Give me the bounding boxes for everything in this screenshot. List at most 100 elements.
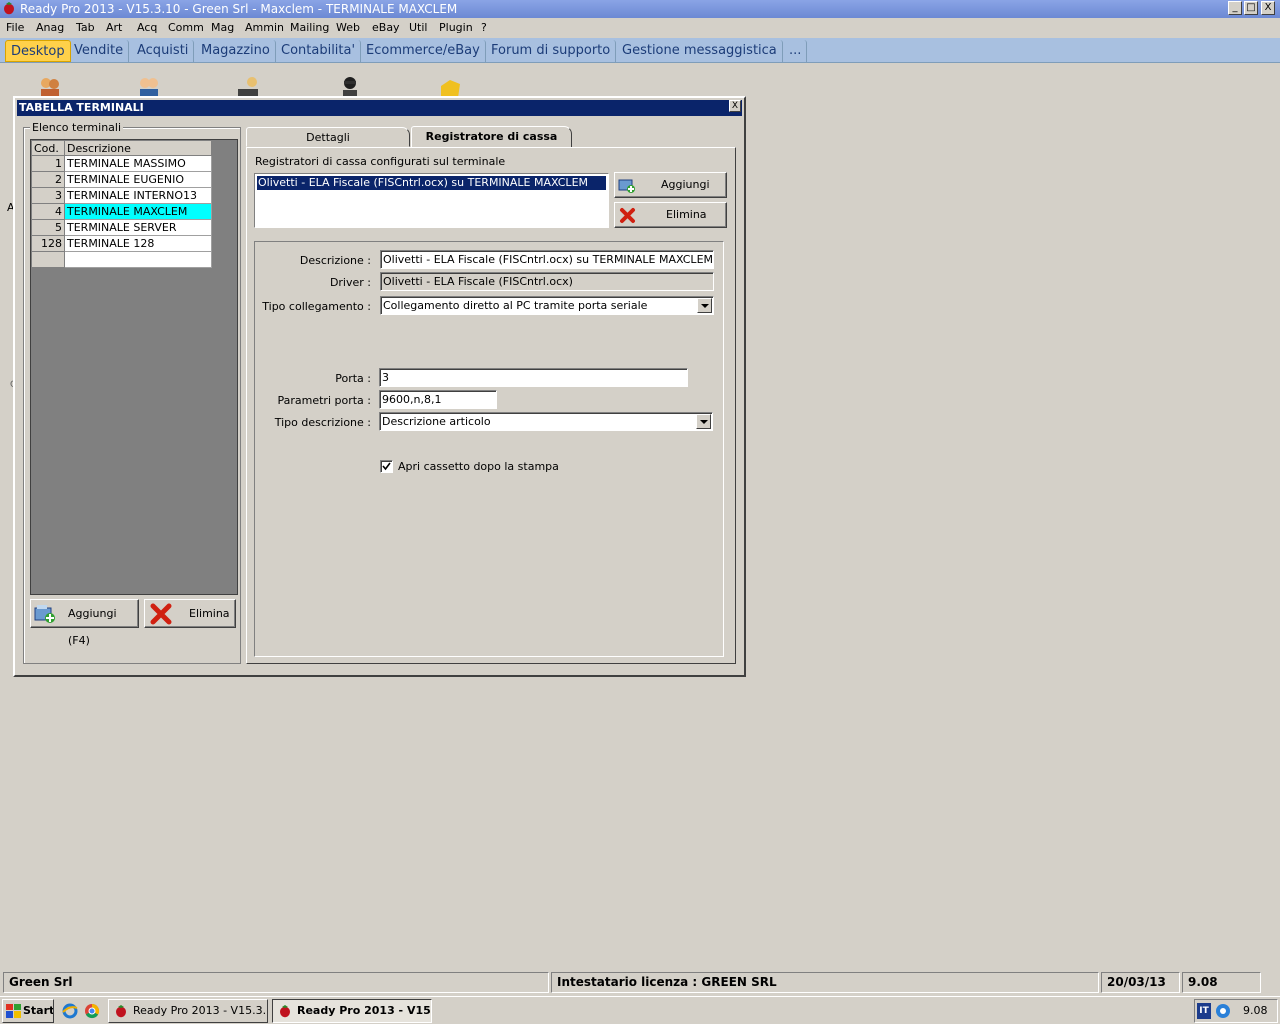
chevron-down-icon[interactable] bbox=[697, 298, 712, 313]
register-detail-panel: Descrizione : Olivetti - ELA Fiscale (FI… bbox=[254, 241, 724, 657]
taskbar: Start Ready Pro 2013 - V15.3.... Ready P… bbox=[0, 996, 1280, 1024]
column-descrizione[interactable]: Descrizione bbox=[64, 140, 212, 156]
network-icon[interactable] bbox=[1215, 1003, 1231, 1019]
add-terminal-button[interactable]: Aggiungi (F4) bbox=[30, 599, 139, 647]
cell-cod: 5 bbox=[31, 219, 65, 236]
menu-help[interactable]: ? bbox=[481, 20, 487, 36]
tipo-collegamento-select[interactable]: Collegamento diretto al PC tramite porta… bbox=[380, 296, 714, 315]
menu-ebay[interactable]: eBay bbox=[372, 20, 400, 36]
tab-gestione-messaggistica[interactable]: Gestione messaggistica bbox=[617, 40, 783, 62]
internet-explorer-icon[interactable] bbox=[62, 1003, 78, 1019]
porta-field[interactable]: 3 bbox=[379, 368, 688, 387]
table-row[interactable]: 5 TERMINALE SERVER bbox=[31, 219, 212, 236]
table-row[interactable]: 3 TERMINALE INTERNO13 bbox=[31, 187, 212, 204]
table-row[interactable]: 2 TERMINALE EUGENIO bbox=[31, 171, 212, 188]
registers-list[interactable]: Olivetti - ELA Fiscale (FISCntrl.ocx) su… bbox=[254, 173, 609, 228]
menu-mag[interactable]: Mag bbox=[211, 20, 234, 36]
main-tab-strip: Desktop Vendite Acquisti Magazzino Conta… bbox=[0, 38, 1280, 63]
menu-tab[interactable]: Tab bbox=[76, 20, 95, 36]
add-register-button[interactable]: Aggiungi bbox=[614, 172, 727, 198]
minimize-button[interactable]: _ bbox=[1228, 1, 1242, 15]
apri-cassetto-checkbox[interactable] bbox=[380, 460, 393, 473]
cell-descrizione bbox=[64, 251, 212, 268]
add-register-icon bbox=[34, 605, 55, 623]
column-cod[interactable]: Cod. bbox=[31, 140, 65, 156]
close-button[interactable]: X bbox=[1261, 1, 1275, 15]
menu-util[interactable]: Util bbox=[409, 20, 427, 36]
parametri-porta-field[interactable]: 9600,n,8,1 bbox=[379, 390, 497, 409]
tab-vendite[interactable]: Vendite bbox=[69, 40, 130, 62]
customers-icon[interactable] bbox=[38, 76, 62, 98]
users-icon[interactable] bbox=[137, 76, 161, 98]
chevron-down-icon[interactable] bbox=[696, 414, 711, 429]
operator-icon[interactable] bbox=[338, 76, 362, 98]
menu-comm[interactable]: Comm bbox=[168, 20, 204, 36]
agents-icon[interactable] bbox=[236, 76, 260, 98]
delete-register-button[interactable]: Elimina bbox=[614, 202, 727, 228]
table-row[interactable]: 128 TERMINALE 128 bbox=[31, 235, 212, 252]
delete-register-label: Elimina bbox=[666, 208, 707, 221]
list-item[interactable]: Olivetti - ELA Fiscale (FISCntrl.ocx) su… bbox=[257, 176, 606, 190]
taskbar-item-readypro-2[interactable]: Ready Pro 2013 - V15.... bbox=[272, 999, 432, 1023]
tipo-descrizione-select[interactable]: Descrizione articolo bbox=[379, 412, 713, 431]
maximize-button[interactable]: □ bbox=[1244, 1, 1258, 15]
taskbar-item-label: Ready Pro 2013 - V15.... bbox=[297, 1004, 431, 1017]
tipo-descrizione-value: Descrizione articolo bbox=[382, 415, 491, 428]
cell-cod bbox=[31, 251, 65, 268]
folder-icon[interactable] bbox=[438, 76, 462, 98]
menu-mailing[interactable]: Mailing bbox=[290, 20, 329, 36]
terminals-grid[interactable]: Cod. Descrizione 1 TERMINALE MASSIMO 2 T… bbox=[30, 139, 238, 595]
taskbar-item-readypro-1[interactable]: Ready Pro 2013 - V15.3.... bbox=[108, 999, 268, 1023]
language-indicator[interactable]: IT bbox=[1197, 1003, 1211, 1019]
tab-ecommerce-ebay[interactable]: Ecommerce/eBay bbox=[361, 40, 486, 62]
chrome-icon[interactable] bbox=[84, 1003, 100, 1019]
dialog-close-button[interactable]: X bbox=[729, 100, 741, 112]
add-terminal-label: Aggiungi (F4) bbox=[68, 607, 117, 647]
cell-cod: 3 bbox=[31, 187, 65, 204]
start-button[interactable]: Start bbox=[2, 999, 54, 1023]
menu-art[interactable]: Art bbox=[106, 20, 122, 36]
delete-x-icon bbox=[620, 208, 635, 223]
tab-desktop[interactable]: Desktop bbox=[5, 40, 71, 62]
terminals-dialog: TABELLA TERMINALI X Elenco terminali Cod… bbox=[13, 96, 746, 677]
menu-ammin[interactable]: Ammin bbox=[245, 20, 284, 36]
cell-descrizione: TERMINALE SERVER bbox=[64, 219, 212, 236]
delete-terminal-label: Elimina bbox=[189, 607, 230, 620]
driver-label: Driver : bbox=[329, 276, 371, 289]
menu-acq[interactable]: Acq bbox=[137, 20, 157, 36]
window-title-bar[interactable]: Ready Pro 2013 - V15.3.10 - Green Srl - … bbox=[0, 0, 1280, 18]
menu-web[interactable]: Web bbox=[336, 20, 360, 36]
terminals-group-label: Elenco terminali bbox=[30, 121, 124, 134]
tab-forum-supporto[interactable]: Forum di supporto bbox=[486, 40, 617, 62]
status-time: 9.08 bbox=[1182, 972, 1261, 993]
tab-registratore-di-cassa[interactable]: Registratore di cassa bbox=[411, 126, 572, 148]
status-bar: Green Srl Intestatario licenza : GREEN S… bbox=[0, 971, 1280, 993]
delete-terminal-button[interactable]: Elimina bbox=[144, 599, 236, 628]
cell-cod: 2 bbox=[31, 171, 65, 188]
tipo-collegamento-label: Tipo collegamento : bbox=[262, 300, 371, 313]
menu-plugin[interactable]: Plugin bbox=[439, 20, 473, 36]
status-company: Green Srl bbox=[3, 972, 549, 993]
tipo-descrizione-label: Tipo descrizione : bbox=[274, 416, 371, 429]
menu-bar: File Anag Tab Art Acq Comm Mag Ammin Mai… bbox=[0, 18, 1280, 38]
apri-cassetto-label[interactable]: Apri cassetto dopo la stampa bbox=[398, 460, 559, 473]
tray-clock: 9.08 bbox=[1243, 1004, 1268, 1017]
strawberry-icon bbox=[116, 1005, 126, 1018]
tab-magazzino[interactable]: Magazzino bbox=[196, 40, 276, 62]
windows-logo-icon bbox=[6, 1004, 21, 1018]
cell-descrizione: TERMINALE INTERNO13 bbox=[64, 187, 212, 204]
table-row-selected[interactable]: 4 TERMINALE MAXCLEM bbox=[31, 203, 212, 220]
tab-more[interactable]: ... bbox=[784, 40, 808, 62]
descrizione-label: Descrizione : bbox=[299, 254, 371, 267]
descrizione-field[interactable]: Olivetti - ELA Fiscale (FISCntrl.ocx) su… bbox=[380, 250, 714, 269]
table-row-empty[interactable] bbox=[31, 251, 212, 268]
tab-dettagli[interactable]: Dettagli bbox=[246, 127, 410, 147]
start-label: Start bbox=[23, 1004, 54, 1017]
table-row[interactable]: 1 TERMINALE MASSIMO bbox=[31, 155, 212, 172]
menu-anag[interactable]: Anag bbox=[36, 20, 64, 36]
menu-file[interactable]: File bbox=[6, 20, 24, 36]
tab-acquisti[interactable]: Acquisti bbox=[132, 40, 195, 62]
dialog-title-bar[interactable]: TABELLA TERMINALI bbox=[17, 100, 742, 116]
tab-contabilita[interactable]: Contabilita' bbox=[276, 40, 362, 62]
delete-x-icon bbox=[150, 603, 172, 625]
